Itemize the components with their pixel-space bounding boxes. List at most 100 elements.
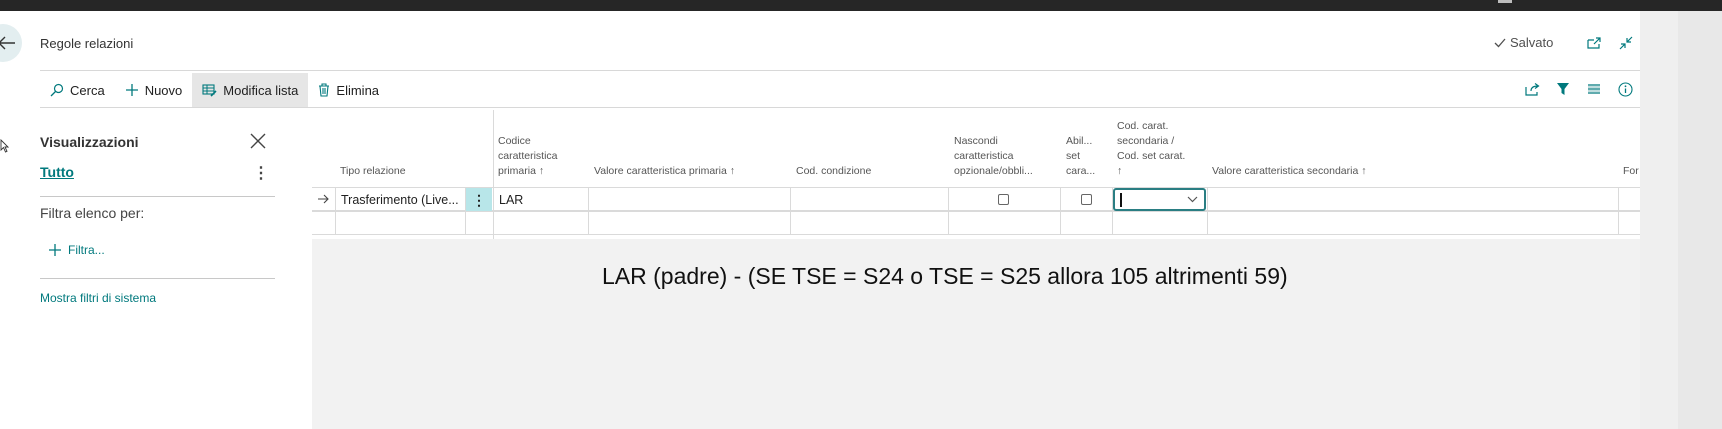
page-title: Regole relazioni: [40, 36, 134, 51]
right-shade: [1640, 11, 1678, 429]
cell-divider: [1207, 188, 1208, 210]
list-icon: [1588, 84, 1600, 94]
cell-divider: [1618, 188, 1619, 210]
share-icon: [1524, 82, 1540, 96]
column-header-valore-secondaria[interactable]: Valore caratteristica secondaria ↑: [1212, 164, 1366, 179]
new-button[interactable]: Nuovo: [115, 73, 193, 107]
add-filter-label: Filtra...: [68, 243, 105, 257]
cell-divider: [790, 188, 791, 210]
mouse-cursor-icon: [0, 139, 9, 153]
cell-divider: [1060, 188, 1061, 210]
cell-divider: [790, 212, 791, 234]
column-header-codice-caratteristica[interactable]: Codice caratteristica primaria ↑: [498, 134, 558, 179]
delete-button[interactable]: Elimina: [308, 73, 389, 107]
header-line: Cod. carat.: [1117, 120, 1169, 132]
edit-list-button[interactable]: Modifica lista: [192, 73, 309, 107]
header-line: Codice: [498, 135, 531, 147]
right-background-strip: [1640, 11, 1722, 429]
edit-list-icon: [202, 83, 217, 97]
more-vertical-icon[interactable]: ⋮: [253, 163, 269, 183]
toolbar-bottom-divider: [40, 107, 1640, 108]
plus-icon: [49, 244, 61, 256]
column-header-cod-secondaria[interactable]: Cod. carat. secondaria / Cod. set carat.…: [1117, 119, 1185, 179]
row-arrow-icon: [318, 194, 329, 204]
column-header-abil-set[interactable]: Abil... set cara...: [1066, 134, 1095, 179]
back-button[interactable]: [0, 24, 22, 62]
column-header-cod-condizione[interactable]: Cod. condizione: [796, 164, 871, 179]
views-panel-close-button[interactable]: [249, 132, 269, 152]
cell-tipo-relazione[interactable]: Trasferimento (Live...: [341, 193, 459, 207]
cell-divider: [493, 188, 494, 210]
cell-divider: [1112, 212, 1113, 234]
header-line: primaria ↑: [498, 165, 545, 177]
share-button[interactable]: [1522, 79, 1542, 99]
cell-divider: [465, 212, 466, 234]
text-caret: [1120, 193, 1122, 207]
collapse-button[interactable]: [1616, 33, 1636, 53]
cell-divider: [948, 188, 949, 210]
header-line: Nascondi: [954, 135, 998, 147]
cell-codice-caratteristica[interactable]: LAR: [499, 193, 523, 207]
header-line: caratteristica: [498, 150, 558, 162]
open-new-window-button[interactable]: [1584, 33, 1604, 53]
header-line: secondaria /: [1117, 135, 1175, 147]
header-line: opzionale/obbli...: [954, 165, 1033, 177]
add-filter-button[interactable]: Filtra...: [48, 243, 105, 257]
search-button[interactable]: Cerca: [40, 73, 115, 107]
back-arrow-icon: [0, 36, 15, 50]
cod-secondaria-dropdown[interactable]: [1113, 188, 1206, 211]
info-icon: [1617, 81, 1633, 97]
views-panel-title: Visualizzazioni: [40, 134, 139, 150]
panel-divider: [40, 196, 275, 197]
cell-divider: [1207, 212, 1208, 234]
list-view-button[interactable]: [1584, 79, 1604, 99]
search-label: Cerca: [70, 82, 105, 98]
view-all-link[interactable]: Tutto: [40, 164, 74, 180]
header-line: set: [1066, 150, 1081, 162]
plus-icon: [125, 84, 138, 96]
filter-list-label: Filtra elenco per:: [40, 205, 145, 221]
close-icon: [250, 133, 266, 149]
edit-list-label: Modifica lista: [223, 82, 299, 98]
info-button[interactable]: [1615, 79, 1635, 99]
column-header-tipo-relazione[interactable]: Tipo relazione: [340, 164, 406, 179]
header-line: ↑: [1117, 165, 1123, 177]
search-icon: [50, 83, 64, 97]
abil-set-checkbox[interactable]: [1081, 194, 1092, 205]
table-row-empty[interactable]: [312, 211, 1640, 235]
trash-icon: [319, 83, 330, 97]
saved-label: Salvato: [1510, 35, 1554, 50]
title-bar-mark: [1498, 0, 1512, 3]
cell-divider: [588, 212, 589, 234]
column-header-nascondi[interactable]: Nascondi caratteristica opzionale/obbli.…: [954, 134, 1033, 179]
row-actions-button[interactable]: ⋮: [466, 188, 492, 212]
filter-icon: [1557, 83, 1569, 95]
delete-label: Elimina: [336, 82, 380, 98]
header-line: Abil...: [1066, 135, 1093, 147]
new-label: Nuovo: [144, 82, 183, 98]
show-system-filters-link[interactable]: Mostra filtri di sistema: [40, 291, 156, 305]
table-row[interactable]: Trasferimento (Live... ⋮ LAR: [312, 187, 1640, 212]
open-new-icon: [1587, 37, 1601, 49]
cell-divider: [1618, 212, 1619, 234]
annotation-text: LAR (padre) - (SE TSE = S24 o TSE = S25 …: [602, 263, 1288, 289]
cell-divider: [588, 188, 589, 210]
panel-divider: [40, 278, 275, 279]
header-line: caratteristica: [954, 150, 1014, 162]
chevron-down-icon: [1187, 196, 1198, 203]
header-line: cara...: [1066, 165, 1096, 177]
cell-divider: [493, 212, 494, 234]
toolbar-top-divider: [40, 70, 1640, 71]
cell-divider: [948, 212, 949, 234]
filter-button[interactable]: [1553, 79, 1573, 99]
cell-divider: [335, 212, 336, 234]
cell-divider: [1060, 212, 1061, 234]
nascondi-checkbox[interactable]: [998, 194, 1009, 205]
column-header-valore-primaria[interactable]: Valore caratteristica primaria ↑: [594, 164, 735, 179]
check-icon: [1494, 38, 1506, 47]
cell-divider: [335, 188, 336, 210]
header-line: Cod. set carat.: [1117, 150, 1186, 162]
column-header-truncated[interactable]: For: [1623, 164, 1639, 179]
collapse-icon: [1619, 36, 1633, 50]
action-toolbar: Cerca Nuovo Modifica lista Elimina: [40, 73, 389, 107]
